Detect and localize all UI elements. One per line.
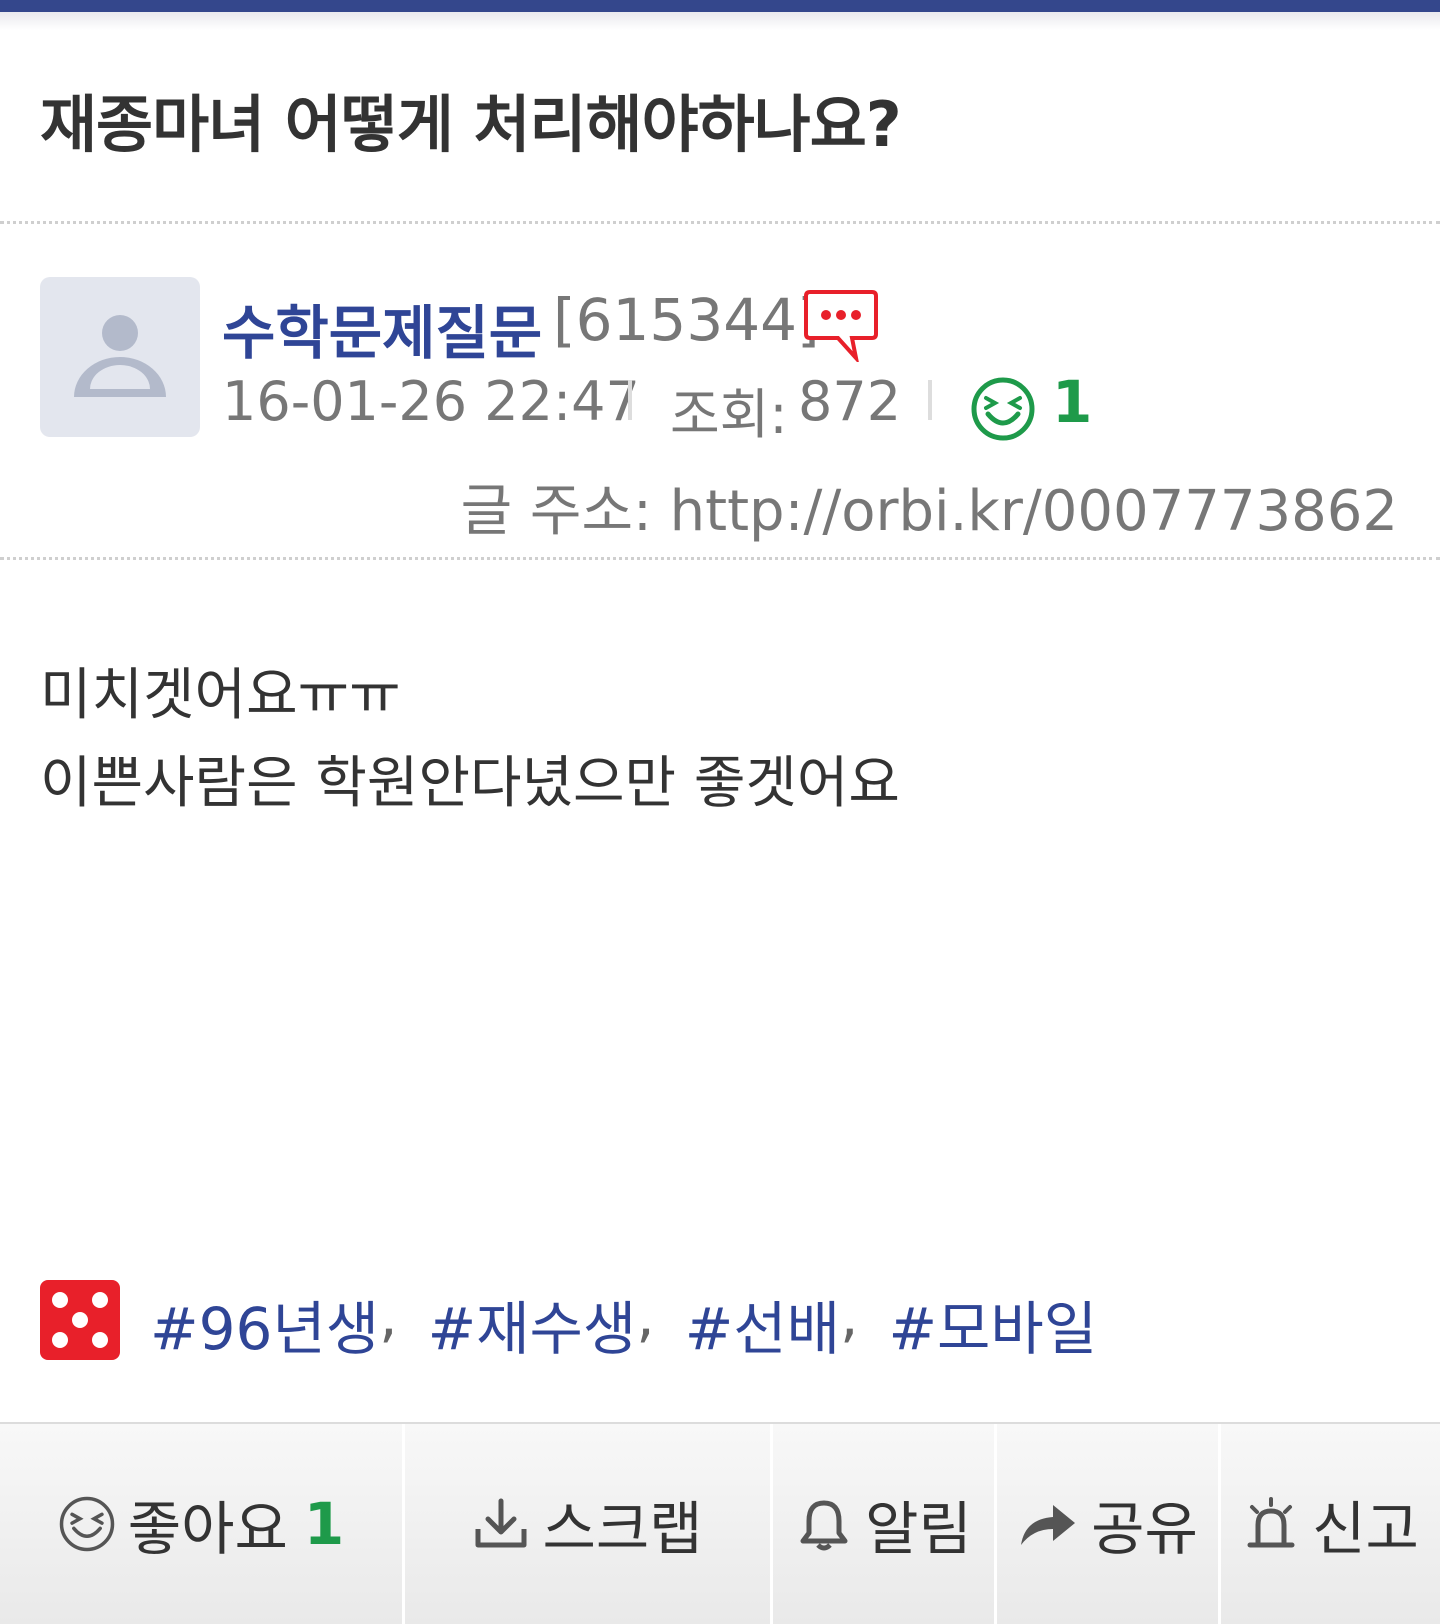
scrap-button[interactable]: 스크랩 bbox=[405, 1424, 773, 1624]
tag-link[interactable]: #재수생 bbox=[428, 1282, 637, 1363]
header-shadow bbox=[0, 12, 1440, 30]
action-toolbar: 좋아요 1 스크랩 알림 공유 신고 bbox=[0, 1422, 1440, 1624]
report-button[interactable]: 신고 bbox=[1221, 1424, 1440, 1624]
siren-icon bbox=[1247, 1497, 1295, 1548]
tag-dice-icon bbox=[40, 1280, 120, 1360]
share-button[interactable]: 공유 bbox=[997, 1424, 1221, 1624]
message-icon[interactable] bbox=[802, 288, 880, 362]
post-title: 재종마녀 어떻게 처리해야하나요? bbox=[40, 88, 902, 161]
like-count: 1 bbox=[1052, 368, 1093, 436]
tag-link[interactable]: #96년생 bbox=[150, 1282, 379, 1363]
meta-separator bbox=[628, 380, 632, 420]
tag-separator: , bbox=[840, 1282, 859, 1350]
post-body-line: 미치겟어요ㅠㅠ bbox=[40, 663, 401, 728]
tag-link[interactable]: #선배 bbox=[685, 1282, 840, 1363]
default-user-icon bbox=[74, 315, 166, 397]
tag-link[interactable]: #모바일 bbox=[888, 1282, 1097, 1363]
views-label: 조회: bbox=[670, 383, 788, 446]
scrap-label: 스크랩 bbox=[542, 1495, 703, 1563]
header-bar bbox=[0, 0, 1440, 12]
post-url[interactable]: 글 주소: http://orbi.kr/0007773862 bbox=[461, 466, 1398, 547]
views-count: 872 bbox=[798, 370, 902, 433]
share-arrow-icon bbox=[1021, 1505, 1076, 1545]
tag-list: #96년생, #재수생, #선배, #모바일 bbox=[150, 1282, 1097, 1363]
report-label: 신고 bbox=[1312, 1495, 1419, 1563]
alert-label: 알림 bbox=[865, 1495, 972, 1563]
tag-separator: , bbox=[636, 1282, 655, 1350]
download-icon bbox=[475, 1498, 527, 1548]
post-datetime: 16-01-26 22:47 bbox=[222, 370, 640, 433]
like-button[interactable]: 좋아요 1 bbox=[0, 1424, 405, 1624]
avatar[interactable] bbox=[40, 277, 200, 437]
like-count: 1 bbox=[303, 1490, 345, 1558]
share-label: 공유 bbox=[1091, 1495, 1198, 1563]
author-id: [615344] bbox=[553, 286, 820, 354]
tag-separator: , bbox=[379, 1282, 398, 1350]
laughing-face-icon bbox=[59, 1496, 115, 1552]
alert-button[interactable]: 알림 bbox=[773, 1424, 997, 1624]
post-body-line: 이쁜사람은 학원안다녔으만 좋겟어요 bbox=[40, 751, 900, 816]
divider-bottom bbox=[0, 557, 1440, 560]
author-nickname[interactable]: 수학문제질문 bbox=[222, 286, 542, 370]
divider-top bbox=[0, 221, 1440, 224]
bell-icon bbox=[800, 1500, 848, 1551]
like-label: 좋아요 bbox=[127, 1495, 288, 1563]
laughing-face-icon bbox=[971, 377, 1035, 441]
meta-separator bbox=[928, 380, 932, 420]
